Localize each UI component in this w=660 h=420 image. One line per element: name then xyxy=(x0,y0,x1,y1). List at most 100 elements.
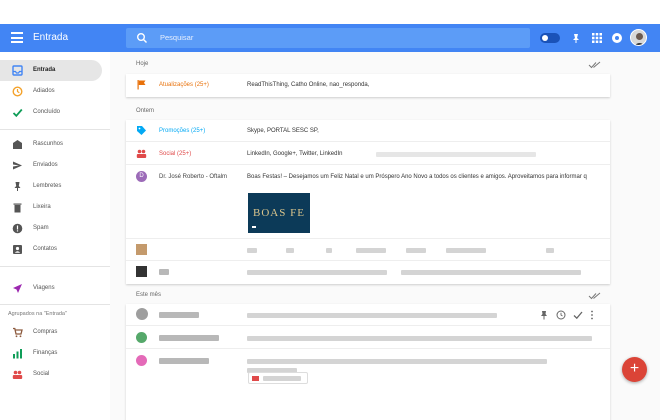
bundle-name: Promoções (25+) xyxy=(159,128,206,134)
pin-toggle[interactable] xyxy=(540,33,560,43)
redacted-text xyxy=(247,248,257,253)
mark-done-icon[interactable] xyxy=(588,292,601,300)
message-row-redacted[interactable] xyxy=(126,304,610,326)
sender-avatar xyxy=(136,332,147,343)
send-icon xyxy=(13,161,22,170)
pin-icon[interactable] xyxy=(540,310,548,320)
sender-avatar xyxy=(136,308,148,320)
cart-icon xyxy=(13,327,23,338)
card-ontem: Promoções (25+) Skype, PORTAL SESC SP, S… xyxy=(126,120,610,284)
people-icon xyxy=(136,149,147,158)
bundle-count: (25+) xyxy=(194,82,209,88)
spam-icon xyxy=(12,223,23,234)
sidebar-item-adiados[interactable]: Adiados xyxy=(0,81,102,102)
avatar[interactable] xyxy=(630,29,647,46)
search-input[interactable]: Pesquisar xyxy=(160,33,193,42)
sidebar-item-lixeira[interactable]: Lixeira xyxy=(0,197,102,218)
sender-avatar xyxy=(136,355,147,366)
mark-done-icon[interactable] xyxy=(588,61,601,69)
message-snippet: Boas Festas! – Desejamos um Feliz Natal … xyxy=(247,174,587,180)
redacted-text xyxy=(159,269,169,275)
compose-button[interactable]: + xyxy=(622,357,647,382)
sidebar-item-label: Rascunhos xyxy=(33,141,64,147)
sidebar-item-label: Concluído xyxy=(33,109,61,115)
attachment-chip[interactable] xyxy=(248,372,308,384)
finance-icon xyxy=(13,349,22,359)
sidebar-item-compras[interactable]: Compras xyxy=(0,322,102,343)
menu-icon[interactable] xyxy=(11,32,23,43)
message-row-jose[interactable]: D Dr. José Roberto - Oftalm Boas Festas!… xyxy=(126,166,610,239)
sidebar-item-label: Lembretes xyxy=(33,183,62,189)
promo-image[interactable]: BOAS FE xyxy=(248,193,310,233)
inbox-list: Hoje Atualizações (25+) ReadThisThing, C… xyxy=(110,52,660,420)
redacted-text xyxy=(286,248,294,253)
group-heading: Agrupados na "Entrada" xyxy=(8,311,67,317)
profile-photo-icon xyxy=(631,30,646,45)
search-box[interactable]: Pesquisar xyxy=(126,28,530,48)
sender-avatar xyxy=(136,266,147,277)
bundle-row-social[interactable]: Social (25+) LinkedIn, Google+, Twitter,… xyxy=(126,143,610,165)
sidebar-item-concluido[interactable]: Concluído xyxy=(0,102,102,123)
snooze-icon[interactable] xyxy=(556,310,566,320)
more-icon[interactable] xyxy=(590,310,594,320)
bundle-senders: LinkedIn, Google+, Twitter, LinkedIn xyxy=(247,151,343,157)
sidebar-item-label: Adiados xyxy=(33,88,55,94)
redacted-text xyxy=(247,313,497,318)
redacted-text xyxy=(247,336,592,341)
redacted-text xyxy=(159,312,199,318)
trash-icon xyxy=(13,203,22,213)
sender-avatar xyxy=(136,244,147,255)
redacted-text xyxy=(376,152,536,157)
page-title: Entrada xyxy=(33,32,69,43)
tag-icon xyxy=(137,126,146,135)
notifications-icon[interactable] xyxy=(611,32,623,44)
sidebar-item-viagens[interactable]: Viagens xyxy=(0,278,102,299)
message-row-redacted[interactable] xyxy=(126,239,610,261)
bundle-senders: Skype, PORTAL SESC SP, xyxy=(247,128,319,134)
divider xyxy=(0,304,110,305)
sidebar-item-rascunhos[interactable]: Rascunhos xyxy=(0,134,102,155)
sidebar-item-label: Compras xyxy=(33,329,58,335)
redacted-text xyxy=(401,270,581,275)
redacted-text xyxy=(159,358,209,364)
sidebar-item-label: Entrada xyxy=(33,67,56,73)
redacted-text xyxy=(263,376,301,381)
redacted-text xyxy=(406,248,426,253)
bundle-name: Social (25+) xyxy=(159,151,192,157)
message-row-redacted[interactable] xyxy=(126,327,610,349)
sidebar-item-label: Finanças xyxy=(33,350,58,356)
bundle-senders: ReadThisThing, Catho Online, nao_respond… xyxy=(247,82,370,88)
sidebar-item-contatos[interactable]: Contatos xyxy=(0,239,102,260)
bundle-row-atualizacoes[interactable]: Atualizações (25+) ReadThisThing, Catho … xyxy=(126,74,610,96)
sidebar-item-social[interactable]: Social xyxy=(0,364,102,385)
section-heading-ontem: Ontem xyxy=(136,108,155,114)
bundle-row-promocoes[interactable]: Promoções (25+) Skype, PORTAL SESC SP, xyxy=(126,120,610,142)
sidebar-item-entrada[interactable]: Entrada xyxy=(0,60,102,81)
message-row-redacted[interactable] xyxy=(126,261,610,283)
card-hoje: Atualizações (25+) ReadThisThing, Catho … xyxy=(126,74,610,97)
sidebar-item-financas[interactable]: Finanças xyxy=(0,343,102,364)
plus-icon: + xyxy=(629,360,640,377)
done-icon[interactable] xyxy=(573,310,583,320)
section-heading-hoje: Hoje xyxy=(136,61,149,67)
sidebar-item-enviados[interactable]: Enviados xyxy=(0,155,102,176)
redacted-text xyxy=(446,248,486,253)
sidebar-item-label: Contatos xyxy=(33,246,58,252)
search-icon xyxy=(137,33,147,43)
card-este-mes xyxy=(126,304,610,420)
sidebar-item-lembretes[interactable]: Lembretes xyxy=(0,176,102,197)
bundle-count: (25+) xyxy=(191,128,206,134)
sidebar-item-label: Spam xyxy=(33,225,49,231)
message-row-redacted[interactable] xyxy=(126,350,610,420)
sidebar: Entrada Adiados Concluído Rascunhos Envi… xyxy=(0,52,110,420)
flag-icon xyxy=(137,80,146,90)
redacted-text xyxy=(546,248,554,253)
sidebar-item-label: Enviados xyxy=(33,162,58,168)
reminder-icon[interactable] xyxy=(570,32,582,44)
section-heading-este-mes: Este mês xyxy=(136,292,162,298)
sidebar-item-label: Viagens xyxy=(33,285,55,291)
check-icon xyxy=(12,108,23,118)
apps-icon[interactable] xyxy=(591,32,603,44)
sidebar-item-spam[interactable]: Spam xyxy=(0,218,102,239)
sidebar-item-label: Social xyxy=(33,371,50,377)
